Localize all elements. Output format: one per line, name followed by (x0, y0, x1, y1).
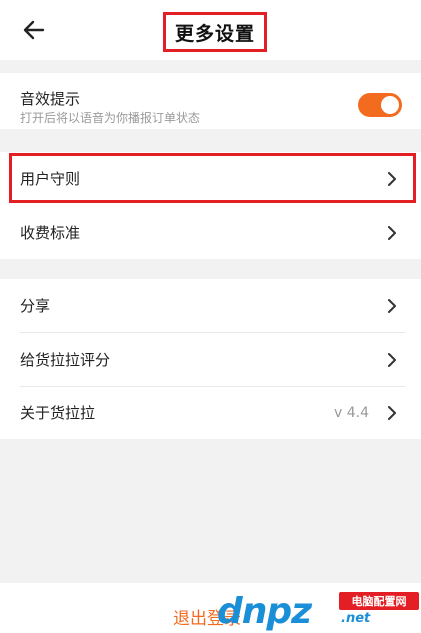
list-item-user-rules[interactable]: 用户守则 (0, 152, 421, 205)
list-item-label: 用户守则 (20, 170, 81, 188)
sound-toggle-switch[interactable] (358, 93, 402, 117)
watermark-url: .net (341, 611, 371, 626)
back-button[interactable] (18, 14, 50, 46)
chevron-right-icon (385, 405, 399, 420)
watermark-logo: dnpz (217, 591, 312, 632)
list-item-label: 给货拉拉评分 (20, 351, 111, 369)
chevron-right-icon (385, 171, 399, 186)
list-item-label: 分享 (20, 297, 51, 315)
list-item-share[interactable]: 分享 (0, 279, 421, 332)
version-label: v 4.4 (334, 404, 369, 421)
settings-screen: 更多设置 音效提示 打开后将以语音为你播报订单状态 用户守则 收费标准 分享 给… (0, 0, 421, 633)
page-title-box: 更多设置 (163, 12, 267, 52)
chevron-right-icon (385, 298, 399, 313)
about-group: 分享 给货拉拉评分 关于货拉拉 v 4.4 (0, 279, 421, 439)
list-item-about[interactable]: 关于货拉拉 v 4.4 (0, 386, 421, 439)
list-item-label: 关于货拉拉 (20, 404, 96, 422)
page-title: 更多设置 (174, 22, 255, 45)
chevron-right-icon (385, 352, 399, 367)
sound-setting-title: 音效提示 (20, 90, 81, 108)
watermark: dnpz 电脑配置网 .net (213, 587, 421, 633)
sound-setting-description: 打开后将以语音为你播报订单状态 (20, 111, 201, 125)
rules-group: 用户守则 收费标准 (0, 152, 421, 259)
watermark-badge: 电脑配置网 (339, 592, 419, 610)
list-item-rate-app[interactable]: 给货拉拉评分 (0, 333, 421, 386)
header-bar: 更多设置 (0, 0, 421, 60)
list-item-label: 收费标准 (20, 224, 81, 242)
toggle-knob (381, 96, 399, 114)
list-item-fee-standard[interactable]: 收费标准 (0, 206, 421, 259)
chevron-right-icon (385, 225, 399, 240)
arrow-left-icon (23, 20, 45, 40)
